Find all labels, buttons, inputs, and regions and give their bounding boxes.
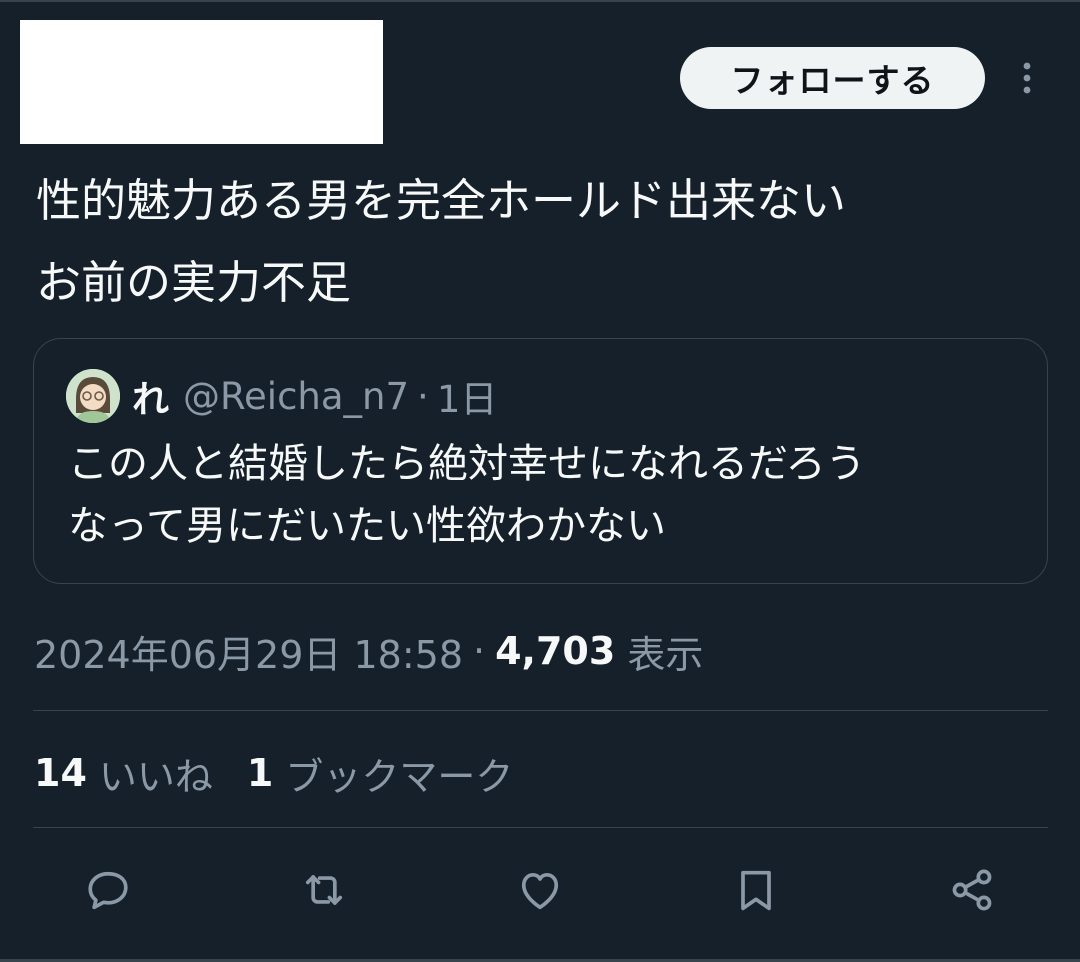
tweet-timestamp[interactable]: 2024年06月29日 18:58: [34, 624, 463, 679]
redacted-user-block: [20, 20, 383, 144]
likes-count[interactable]: 14: [34, 751, 87, 795]
bookmark-icon[interactable]: [728, 862, 784, 918]
quoted-tweet-header: れ @Reicha_n7 · 1日: [132, 369, 497, 423]
share-icon[interactable]: [944, 862, 1000, 918]
top-divider: [0, 0, 1080, 2]
tweet-meta: 2024年06月29日 18:58 · 4,703 表示: [34, 622, 703, 680]
divider: [33, 827, 1048, 828]
retweet-icon[interactable]: [296, 862, 352, 918]
tweet-text: 性的魅力ある男を完全ホールド出来ない お前の実力不足: [36, 174, 847, 309]
quoted-tweet-text: この人と結婚したら絶対幸せになれるだろう なって男にだいたい性欲わかない: [68, 441, 866, 549]
separator-dot: ·: [417, 374, 429, 418]
view-count-label: 表示: [627, 632, 704, 677]
view-count: 4,703: [495, 629, 616, 673]
more-vertical-icon[interactable]: [1010, 58, 1044, 98]
avatar[interactable]: [66, 369, 120, 423]
engagement-stats: 14 いいね 1 ブックマーク: [34, 744, 513, 802]
quoted-user-handle[interactable]: @Reicha_n7: [183, 375, 409, 418]
follow-button[interactable]: フォローする: [680, 47, 985, 109]
divider: [33, 710, 1048, 711]
like-icon[interactable]: [512, 862, 568, 918]
reply-icon[interactable]: [80, 862, 136, 918]
likes-label[interactable]: いいね: [99, 746, 213, 801]
bookmarks-count[interactable]: 1: [247, 751, 273, 795]
quoted-user-name[interactable]: れ: [132, 369, 169, 423]
quoted-tweet-time[interactable]: 1日: [437, 369, 498, 423]
bookmarks-label[interactable]: ブックマーク: [285, 746, 513, 801]
separator-dot: ·: [473, 629, 486, 673]
quoted-tweet-card[interactable]: れ @Reicha_n7 · 1日 この人と結婚したら絶対幸せになれるだろう な…: [33, 338, 1048, 584]
